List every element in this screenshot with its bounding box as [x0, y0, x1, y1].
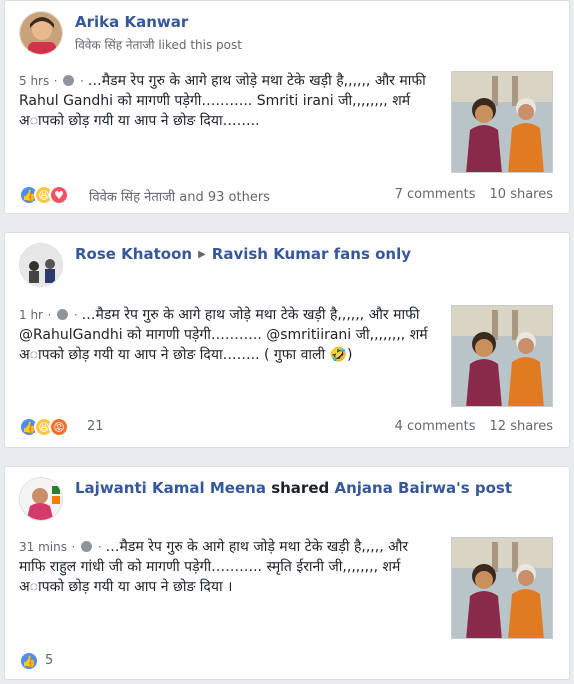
post-stats: 7 comments 10 shares [395, 187, 553, 202]
post-time[interactable]: 31 mins [19, 540, 67, 554]
shared-source[interactable]: Anjana Bairwa's post [334, 479, 512, 497]
post-thumbnail[interactable] [451, 71, 553, 173]
reactions-label[interactable]: विवेक सिंह नेताजी and 93 others [89, 187, 270, 205]
shared-word: shared [271, 479, 330, 497]
like-icon: 👍 [19, 651, 39, 671]
shares-count[interactable]: 10 shares [490, 187, 553, 202]
author-line: Rose Khatoon ▶ Ravish Kumar fans only [75, 245, 411, 263]
reaction-icons[interactable]: 👍 [19, 651, 39, 671]
angry-icon: 😡 [49, 417, 69, 437]
post-thumbnail[interactable] [451, 537, 553, 639]
avatar[interactable] [19, 243, 63, 287]
avatar[interactable] [19, 11, 63, 55]
activity-actor[interactable]: विवेक सिंह नेताजी [75, 38, 155, 52]
post-thumbnail[interactable] [451, 305, 553, 407]
globe-icon [63, 75, 75, 86]
arrow-right-icon: ▶ [198, 249, 206, 260]
reactions-label[interactable]: 21 [87, 419, 104, 434]
post-footer: 👍 😆 😡 21 4 comments 12 shares [19, 415, 553, 439]
post-text-block: 5 hrs · · …मैडम रेप गुरु के आगे हाथ जोड़… [19, 73, 426, 129]
reaction-icons[interactable]: 👍 😆 ♥ [19, 185, 69, 205]
globe-icon [81, 541, 93, 552]
post-card: Arika Kanwar विवेक सिंह नेताजी liked thi… [4, 0, 570, 214]
love-icon: ♥ [49, 185, 69, 205]
post-card: Lajwanti Kamal Meena shared Anjana Bairw… [4, 466, 570, 680]
globe-icon [57, 309, 69, 320]
post-text-block: 1 hr · · …मैडम रेप गुरु के आगे हाथ जोड़े… [19, 307, 428, 363]
post-time[interactable]: 5 hrs [19, 74, 49, 88]
author-name[interactable]: Rose Khatoon [75, 245, 192, 263]
post-card: Rose Khatoon ▶ Ravish Kumar fans only 1 hr… [4, 232, 570, 448]
avatar[interactable] [19, 477, 63, 521]
shares-count[interactable]: 12 shares [490, 419, 553, 434]
post-footer: 👍 😆 ♥ विवेक सिंह नेताजी and 93 others 7 … [19, 183, 553, 207]
reactions-label[interactable]: 5 [45, 653, 53, 668]
activity-line: विवेक सिंह नेताजी liked this post [75, 36, 242, 53]
author-line: Lajwanti Kamal Meena shared Anjana Bairw… [75, 479, 512, 497]
reaction-icons[interactable]: 👍 😆 😡 [19, 417, 69, 437]
activity-text: liked this post [158, 38, 242, 52]
comments-count[interactable]: 4 comments [395, 419, 476, 434]
author-name[interactable]: Lajwanti Kamal Meena [75, 479, 266, 497]
author-line: Arika Kanwar [75, 13, 188, 31]
post-time[interactable]: 1 hr [19, 308, 43, 322]
group-name[interactable]: Ravish Kumar fans only [212, 245, 411, 263]
post-text-block: 31 mins · · …मैडम रेप गुरु के आगे हाथ जो… [19, 539, 409, 595]
author-name[interactable]: Arika Kanwar [75, 13, 188, 31]
post-stats: 4 comments 12 shares [395, 419, 553, 434]
comments-count[interactable]: 7 comments [395, 187, 476, 202]
post-footer: 👍 5 [19, 649, 553, 673]
